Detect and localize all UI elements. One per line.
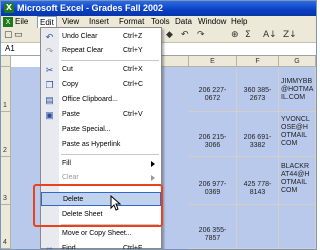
- new-icon[interactable]: ▢: [4, 29, 13, 41]
- name-box[interactable]: A1: [5, 44, 15, 54]
- row-header-2[interactable]: 2: [1, 112, 11, 157]
- menu-move-copy-sheet[interactable]: Move or Copy Sheet...: [41, 227, 161, 241]
- cell-f3-text: 425 778- 8143: [243, 181, 272, 196]
- sort-ascending-icon[interactable]: A↓: [263, 29, 277, 41]
- menu-paste[interactable]: ▣ Paste Ctrl+V: [41, 108, 161, 122]
- clipboard-icon: ▤: [45, 95, 54, 105]
- menu-office-clipboard-label: Office Clipboard...: [62, 96, 118, 103]
- cell-e1[interactable]: 206 227- 0672: [189, 67, 237, 112]
- column-header-g[interactable]: G: [279, 56, 316, 67]
- redo-toolbar-icon[interactable]: ↷: [197, 29, 205, 41]
- cell-e3-text: 206 977- 0369: [198, 181, 227, 196]
- menu-find-shortcut: Ctrl+F: [123, 245, 143, 250]
- cell-f2[interactable]: 206 691- 3382: [237, 112, 279, 157]
- menu-find-label: Find...: [62, 245, 82, 250]
- menu-paste-special[interactable]: Paste Special...: [41, 123, 161, 137]
- menu-fill[interactable]: Fill: [41, 157, 161, 171]
- cell-e3[interactable]: 206 977- 0369: [189, 157, 237, 205]
- menu-paste-as-hyperlink-label: Paste as Hyperlink: [62, 141, 121, 148]
- submenu-arrow-icon: [151, 161, 155, 167]
- cell-e1-text: 206 227- 0672: [198, 87, 227, 102]
- cell-f1-text: 360 385- 2673: [243, 87, 272, 102]
- menu-copy-shortcut: Ctrl+C: [123, 81, 144, 88]
- cell-f4[interactable]: [237, 205, 279, 249]
- menu-find[interactable]: ∞ Find... Ctrl+F: [41, 242, 161, 250]
- menu-copy-label: Copy: [62, 81, 79, 88]
- column-header-e[interactable]: E: [189, 56, 237, 67]
- cell-g4[interactable]: [279, 205, 316, 249]
- format-painter-icon[interactable]: ◆: [166, 29, 173, 41]
- redo-icon: ↷: [45, 46, 54, 56]
- menu-separator: [61, 60, 159, 61]
- cell-g3-text: BLACKR AT44@H OTMAIL COM: [281, 163, 310, 194]
- menu-undo-clear-shortcut: Ctrl+Z: [123, 33, 143, 40]
- menu-clear-label: Clear: [62, 174, 79, 181]
- menu-file[interactable]: Eile: [15, 16, 28, 28]
- cell-g3[interactable]: BLACKR AT44@H OTMAIL COM: [279, 157, 316, 205]
- annotation-highlight-box: [33, 184, 163, 227]
- menu-cut[interactable]: ✂ Cut Ctrl+X: [41, 63, 161, 77]
- menu-fill-label: Fill: [62, 160, 71, 167]
- cell-f1[interactable]: 360 385- 2673: [237, 67, 279, 112]
- menu-data[interactable]: Data: [175, 16, 192, 28]
- submenu-arrow-icon: [151, 175, 155, 181]
- menu-paste-shortcut: Ctrl+V: [123, 111, 143, 118]
- cell-e4[interactable]: 206 355- 7857: [189, 205, 237, 249]
- excel-window: X Microsoft Excel - Grades Fall 2002 X E…: [0, 0, 317, 250]
- cell-g2-text: YVONCL OSE@H OTMAIL COM: [281, 116, 310, 147]
- sort-descending-icon[interactable]: Z↓: [283, 29, 297, 41]
- hyperlink-icon[interactable]: ⊕: [231, 29, 239, 41]
- cell-e2[interactable]: 206 215- 3066: [189, 112, 237, 157]
- cell-f3[interactable]: 425 778- 8143: [237, 157, 279, 205]
- excel-icon: X: [4, 3, 14, 13]
- column-header-f[interactable]: F: [237, 56, 279, 67]
- menu-cut-shortcut: Ctrl+X: [123, 66, 143, 73]
- menu-office-clipboard[interactable]: ▤ Office Clipboard...: [41, 93, 161, 107]
- menu-help[interactable]: Help: [231, 16, 247, 28]
- menu-clear[interactable]: Clear: [41, 171, 161, 185]
- title-bar: X Microsoft Excel - Grades Fall 2002: [1, 1, 316, 16]
- menu-paste-special-label: Paste Special...: [62, 126, 111, 133]
- menu-paste-label: Paste: [62, 111, 80, 118]
- menu-paste-as-hyperlink[interactable]: Paste as Hyperlink: [41, 138, 161, 152]
- menu-repeat-clear[interactable]: ↷ Repeat Clear Ctrl+Y: [41, 44, 161, 58]
- menu-window[interactable]: Window: [198, 16, 226, 28]
- copy-icon: ❐: [45, 80, 54, 90]
- undo-toolbar-icon[interactable]: ↶: [181, 29, 189, 41]
- window-title: Microsoft Excel - Grades Fall 2002: [17, 3, 164, 13]
- cell-e2-text: 206 215- 3066: [198, 134, 227, 149]
- menu-undo-clear[interactable]: ↶ Undo Clear Ctrl+Z: [41, 30, 161, 44]
- menu-separator: [61, 154, 159, 155]
- mouse-pointer-icon: [110, 195, 122, 211]
- select-all-corner[interactable]: [1, 56, 11, 67]
- open-icon[interactable]: ▭: [14, 29, 23, 41]
- cell-e4-text: 206 355- 7857: [198, 227, 227, 242]
- paste-icon: ▣: [45, 110, 54, 120]
- row-header-1[interactable]: 1: [1, 67, 11, 112]
- menu-copy[interactable]: ❐ Copy Ctrl+C: [41, 78, 161, 92]
- menu-undo-clear-label: Undo Clear: [62, 33, 98, 40]
- menu-repeat-clear-label: Repeat Clear: [62, 47, 104, 54]
- menu-cut-label: Cut: [62, 66, 73, 73]
- undo-icon: ↶: [45, 32, 54, 42]
- menu-repeat-clear-shortcut: Ctrl+Y: [123, 47, 143, 54]
- binoculars-icon: ∞: [46, 244, 53, 250]
- menu-move-copy-sheet-label: Move or Copy Sheet...: [62, 230, 132, 237]
- cell-f2-text: 206 691- 3382: [243, 134, 272, 149]
- scissors-icon: ✂: [45, 65, 54, 75]
- row-header-3[interactable]: 3: [1, 157, 11, 205]
- row-header-4[interactable]: 4: [1, 205, 11, 249]
- cell-g2[interactable]: YVONCL OSE@H OTMAIL COM: [279, 112, 316, 157]
- workbook-icon[interactable]: X: [3, 17, 13, 27]
- autosum-icon[interactable]: Σ: [245, 29, 251, 41]
- cell-g1[interactable]: JIMMYBB @HOTMA IL.COM: [279, 67, 316, 112]
- cell-g1-text: JIMMYBB @HOTMA IL.COM: [281, 78, 314, 101]
